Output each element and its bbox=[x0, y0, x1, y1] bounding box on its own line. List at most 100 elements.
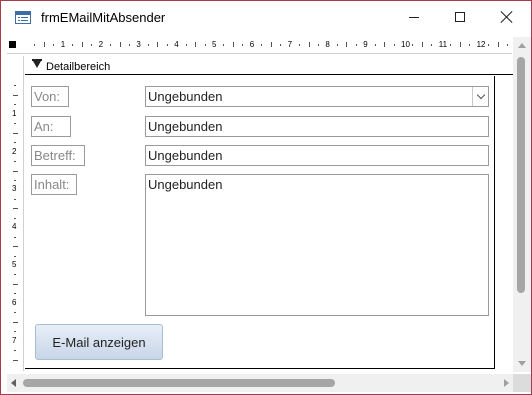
scroll-right-icon[interactable] bbox=[504, 379, 509, 387]
ruler-tick bbox=[34, 44, 36, 46]
ruler-tick bbox=[346, 42, 348, 47]
section-arrow-icon bbox=[33, 61, 41, 68]
ruler-tick bbox=[14, 179, 16, 181]
ruler-tick bbox=[13, 359, 18, 361]
ruler-number: 1 bbox=[60, 40, 66, 49]
ruler-tick bbox=[488, 44, 490, 46]
ruler-number: 6 bbox=[249, 40, 255, 49]
minimize-button[interactable] bbox=[391, 1, 437, 33]
vertical-ruler[interactable]: 1 2 3 4 5 6 7 bbox=[7, 56, 24, 371]
ruler-tick bbox=[450, 44, 452, 46]
ruler-tick bbox=[13, 132, 18, 134]
ruler-tick bbox=[119, 42, 121, 47]
ruler-tick bbox=[412, 44, 414, 46]
ruler-tick bbox=[14, 293, 16, 295]
ruler-tick bbox=[459, 42, 461, 47]
ruler-number: 12 bbox=[476, 40, 486, 49]
combo-dropdown-button[interactable] bbox=[472, 87, 488, 106]
scroll-down-icon[interactable] bbox=[518, 361, 526, 366]
ruler-number: 10 bbox=[401, 40, 410, 49]
ruler-tick bbox=[14, 198, 16, 200]
form-icon bbox=[15, 11, 31, 24]
ruler-tick bbox=[128, 44, 130, 46]
vertical-scrollbar[interactable] bbox=[513, 37, 531, 372]
ruler-number: 5 bbox=[12, 260, 17, 269]
close-icon bbox=[501, 11, 513, 23]
ruler-number: 3 bbox=[136, 40, 141, 49]
ruler-tick bbox=[14, 104, 16, 106]
ruler-tick bbox=[13, 94, 18, 96]
ruler-tick bbox=[43, 42, 45, 47]
ruler-tick bbox=[384, 42, 386, 47]
ruler-tick bbox=[280, 44, 282, 46]
ruler-tick bbox=[13, 208, 18, 210]
maximize-button[interactable] bbox=[437, 1, 483, 33]
ruler-tick bbox=[13, 283, 18, 285]
ruler-tick bbox=[147, 44, 149, 46]
ruler-tick bbox=[232, 42, 234, 47]
betreff-field[interactable]: Ungebunden bbox=[145, 145, 489, 166]
ruler-tick bbox=[261, 44, 263, 46]
scroll-up-icon[interactable] bbox=[518, 43, 526, 48]
ruler-tick bbox=[14, 236, 16, 238]
ruler-tick bbox=[497, 42, 499, 47]
ruler-number: 3 bbox=[12, 184, 17, 194]
ruler-number: 2 bbox=[12, 146, 17, 156]
ruler-number: 6 bbox=[12, 297, 17, 307]
inhalt-field[interactable]: Ungebunden bbox=[145, 174, 489, 316]
ruler-number: 7 bbox=[12, 335, 17, 345]
ruler-number: 5 bbox=[212, 40, 217, 49]
ruler-tick bbox=[299, 44, 301, 46]
ruler-tick bbox=[469, 44, 471, 46]
ruler-tick bbox=[166, 44, 168, 46]
section-header-detail[interactable]: Detailbereich bbox=[25, 58, 513, 75]
title-bar[interactable]: frmEMailMitAbsender bbox=[1, 1, 531, 34]
von-combobox[interactable]: Ungebunden bbox=[145, 86, 489, 107]
window-title: frmEMailMitAbsender bbox=[41, 10, 166, 25]
ruler-number: 8 bbox=[325, 40, 330, 49]
close-button[interactable] bbox=[484, 1, 530, 33]
ruler-tick bbox=[242, 44, 244, 46]
ruler-tick bbox=[336, 44, 338, 46]
ruler-tick bbox=[53, 44, 55, 46]
ruler-tick bbox=[14, 123, 16, 125]
ruler-tick bbox=[13, 321, 18, 323]
von-value: Ungebunden bbox=[148, 89, 223, 104]
chevron-down-icon bbox=[476, 90, 485, 99]
ruler-tick bbox=[14, 350, 16, 352]
label-von[interactable]: Von: bbox=[31, 86, 69, 107]
ruler-tick bbox=[157, 42, 159, 47]
ruler-tick bbox=[317, 44, 319, 46]
label-betreff[interactable]: Betreff: bbox=[31, 145, 85, 166]
horizontal-scrollbar[interactable] bbox=[7, 374, 513, 392]
ruler-number: 1 bbox=[12, 108, 17, 118]
label-inhalt[interactable]: Inhalt: bbox=[31, 174, 77, 195]
form-selector[interactable] bbox=[9, 41, 16, 48]
ruler-tick bbox=[506, 44, 508, 46]
scroll-left-icon[interactable] bbox=[11, 379, 16, 387]
ruler-tick bbox=[110, 44, 112, 46]
email-anzeigen-button[interactable]: E-Mail anzeigen bbox=[35, 324, 163, 360]
vertical-scroll-thumb[interactable] bbox=[517, 57, 525, 293]
ruler-number: 2 bbox=[98, 40, 104, 49]
ruler-number: 9 bbox=[363, 40, 368, 49]
detail-section: Von: Ungebunden An: Ungebunden Betreff: … bbox=[25, 76, 495, 369]
section-label: Detailbereich bbox=[46, 61, 111, 73]
horizontal-scroll-thumb[interactable] bbox=[23, 379, 335, 387]
horizontal-ruler[interactable]: 1 2 3 4 5 6 7 8 9 10 11 12 bbox=[7, 37, 512, 54]
ruler-tick bbox=[393, 44, 395, 46]
ruler-number: 11 bbox=[438, 40, 448, 49]
ruler-tick bbox=[185, 44, 187, 46]
ruler-tick bbox=[374, 44, 376, 46]
ruler-tick bbox=[14, 142, 16, 144]
ruler-tick bbox=[14, 161, 16, 163]
ruler-tick bbox=[431, 44, 433, 46]
label-an[interactable]: An: bbox=[31, 116, 71, 137]
form-window: frmEMailMitAbsender 1 2 3 4 5 6 7 8 9 10 11 12 1234… bbox=[0, 0, 532, 395]
minimize-icon bbox=[409, 16, 419, 18]
ruler-tick bbox=[13, 246, 18, 248]
an-field[interactable]: Ungebunden bbox=[145, 116, 489, 137]
ruler-tick bbox=[14, 217, 16, 219]
ruler-tick bbox=[355, 44, 357, 46]
ruler-tick bbox=[204, 44, 206, 46]
